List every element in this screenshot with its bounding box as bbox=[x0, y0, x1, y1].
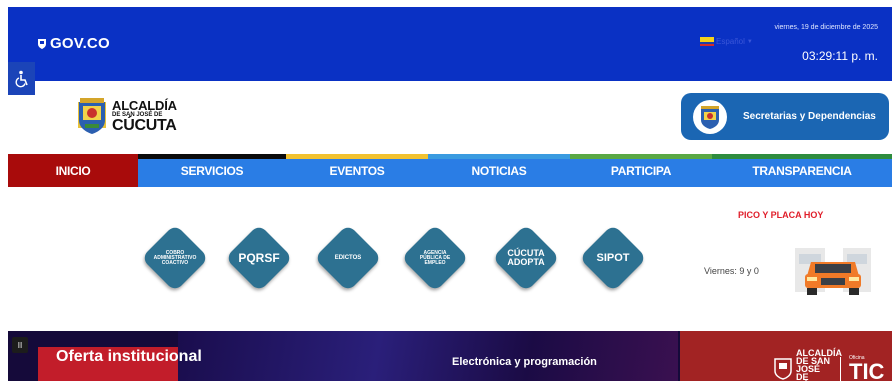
nav-item-transparencia[interactable]: TRANSPARENCIA bbox=[712, 154, 892, 187]
nav-item-label: SERVICIOS bbox=[180, 163, 244, 178]
tic-logo-divider bbox=[840, 357, 841, 381]
quick-link-sipot[interactable]: SIPOT bbox=[579, 224, 647, 292]
accessibility-button[interactable] bbox=[8, 62, 35, 95]
wheelchair-icon bbox=[15, 70, 28, 87]
tic-logo-tic: TIC bbox=[849, 358, 885, 381]
quick-link-label: CÚCUTA ADOPTA bbox=[507, 248, 545, 267]
quick-link-label: PQRSF bbox=[238, 251, 280, 265]
nav-color-strip bbox=[712, 154, 892, 159]
pause-button[interactable]: II bbox=[12, 337, 28, 353]
quick-link-agencia-pública-de-empleo[interactable]: AGENCIA PÚBLICA DE EMPLEO bbox=[401, 224, 469, 292]
brand-line-1: ALCALDÍA bbox=[112, 97, 177, 113]
language-selector[interactable]: Español ▼ bbox=[700, 37, 753, 46]
language-label: Español bbox=[716, 37, 745, 46]
current-time: 03:29:11 p. m. bbox=[802, 49, 878, 63]
page: GOV.CO Español ▼ viernes, 19 de diciembr… bbox=[0, 0, 892, 381]
hero-banner[interactable]: II Oferta institucional Electrónica y pr… bbox=[8, 331, 892, 381]
nav-color-strip bbox=[8, 154, 138, 159]
quick-link-label: AGENCIA PÚBLICA DE EMPLEO bbox=[419, 249, 451, 266]
brand-text: ALCALDÍA DE SAN JOSÉ DE CÚCUTA bbox=[112, 99, 177, 134]
current-date: viernes, 19 de diciembre de 2025 bbox=[774, 24, 878, 31]
chevron-down-icon: ▼ bbox=[746, 38, 753, 45]
nav-color-strip bbox=[570, 154, 712, 159]
nav-item-inicio[interactable]: INICIO bbox=[8, 154, 138, 187]
pico-placa-title: PICO Y PLACA HOY bbox=[738, 210, 824, 220]
secretarias-label: Secretarias y Dependencias bbox=[743, 111, 876, 122]
nav-item-label: TRANSPARENCIA bbox=[752, 163, 852, 178]
nav-item-eventos[interactable]: EVENTOS bbox=[286, 154, 428, 187]
alcaldia-crest-icon bbox=[774, 358, 792, 380]
tic-logo-alcaldia: ALCALDÍA DE SAN JOSÉ DE CÚCUTA bbox=[796, 348, 842, 381]
nav-color-strip bbox=[138, 154, 286, 159]
quick-link-label: COBRO ADMINISTRATIVO COACTIVO bbox=[153, 249, 197, 266]
quick-link-cobro-administrativo-coactivo[interactable]: COBRO ADMINISTRATIVO COACTIVO bbox=[141, 224, 209, 292]
banner-background bbox=[178, 331, 678, 381]
nav-color-strip bbox=[428, 154, 570, 159]
nav-item-label: PARTICIPA bbox=[610, 163, 672, 178]
nav-item-label: NOTICIAS bbox=[471, 163, 527, 178]
shield-icon bbox=[38, 39, 46, 49]
quick-link-label: SIPOT bbox=[596, 251, 630, 264]
brand-line-3: CÚCUTA bbox=[112, 116, 177, 134]
main-nav: INICIO SERVICIOS EVENTOS NOTICIAS PARTICIPA T… bbox=[8, 154, 892, 187]
alcaldia-logo[interactable]: ALCALDÍA DE SAN JOSÉ DE CÚCUTA bbox=[76, 96, 177, 136]
nav-color-strip bbox=[286, 154, 428, 159]
gov-co-text: GOV.CO bbox=[50, 35, 110, 52]
colombia-flag-icon bbox=[700, 37, 714, 46]
quick-link-pqrsf[interactable]: PQRSF bbox=[225, 224, 293, 292]
car-icon bbox=[795, 248, 871, 295]
secretarias-crest-icon bbox=[693, 99, 727, 134]
tic-logo-wordmark: Oficina TIC bbox=[849, 355, 884, 381]
nav-item-label: EVENTOS bbox=[329, 163, 385, 178]
secretarias-button[interactable]: Secretarias y Dependencias bbox=[681, 93, 889, 140]
gov-bar: GOV.CO Español ▼ viernes, 19 de diciembr… bbox=[8, 7, 892, 81]
offer-text: Oferta institucional bbox=[56, 348, 202, 365]
nav-item-participa[interactable]: PARTICIPA bbox=[570, 154, 712, 187]
coat-of-arms-icon bbox=[78, 98, 106, 134]
quick-link-label: EDICTOS bbox=[334, 255, 362, 261]
quick-link-edictos[interactable]: EDICTOS bbox=[314, 224, 382, 292]
course-text: Electrónica y programación bbox=[452, 356, 597, 368]
quick-link-cúcuta-adopta[interactable]: CÚCUTA ADOPTA bbox=[492, 224, 560, 292]
nav-item-servicios[interactable]: SERVICIOS bbox=[138, 154, 286, 187]
tic-logo: ALCALDÍA DE SAN JOSÉ DE CÚCUTA Oficina T… bbox=[774, 349, 884, 381]
pico-placa-text: Viernes: 9 y 0 bbox=[704, 266, 759, 276]
gov-co-logo[interactable]: GOV.CO bbox=[37, 35, 110, 52]
nav-item-noticias[interactable]: NOTICIAS bbox=[428, 154, 570, 187]
nav-item-label: INICIO bbox=[55, 163, 91, 178]
